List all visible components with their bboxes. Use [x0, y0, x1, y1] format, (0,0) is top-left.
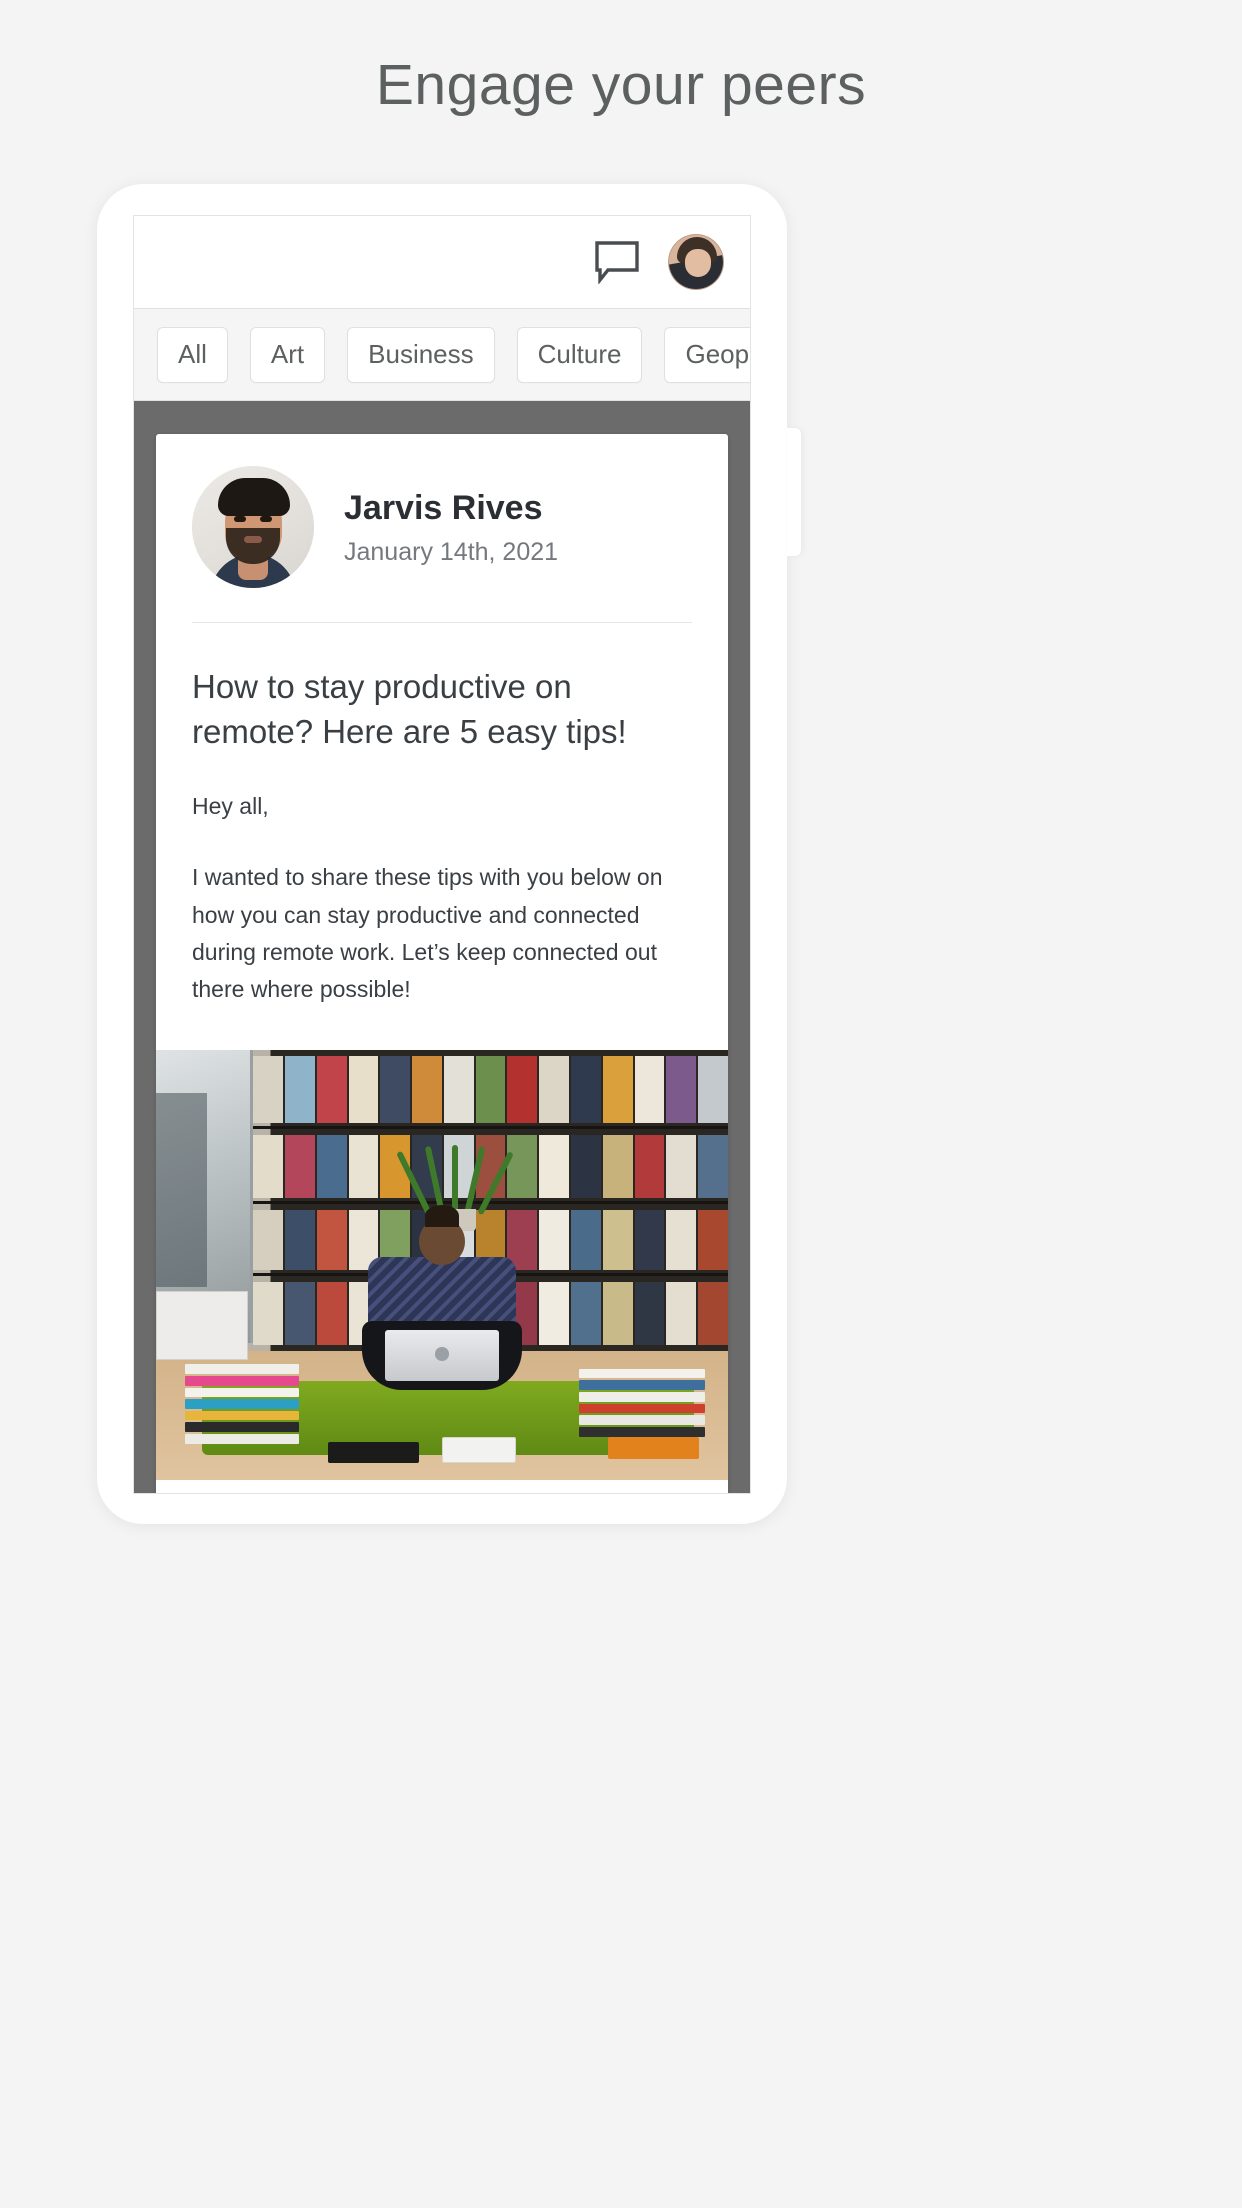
post-title: How to stay productive on remote? Here a… — [192, 668, 627, 750]
post-image-window-pane — [156, 1093, 208, 1287]
category-chip-geopolitics[interactable]: Geopolitics — [664, 326, 750, 383]
author-avatar-hair — [218, 478, 290, 516]
category-chip-art[interactable]: Art — [249, 326, 326, 383]
post-image-plant — [396, 1144, 515, 1216]
post-image-laptop — [384, 1329, 500, 1382]
post-image-flat-book-2 — [442, 1437, 517, 1464]
post-card[interactable]: Jarvis Rives January 14th, 2021 How to s… — [156, 434, 728, 1493]
post-image-cabinet — [156, 1291, 248, 1360]
author-avatar-eye-left — [234, 516, 246, 522]
category-chip-all[interactable]: All — [157, 326, 228, 383]
author-avatar-eye-right — [260, 516, 272, 522]
post-image[interactable] — [156, 1050, 728, 1481]
avatar[interactable] — [668, 234, 724, 290]
app-header — [134, 216, 750, 309]
author-avatar-mouth — [244, 536, 262, 543]
phone-side-button[interactable] — [787, 428, 801, 556]
post-image-book-row — [253, 1056, 728, 1123]
post-feed[interactable]: Jarvis Rives January 14th, 2021 How to s… — [134, 401, 750, 1493]
post-image-person-hair — [424, 1205, 460, 1227]
avatar-face — [685, 249, 711, 277]
page-title: Engage your peers — [375, 53, 867, 117]
post-date: January 14th, 2021 — [344, 537, 559, 566]
author-meta: Jarvis Rives January 14th, 2021 — [344, 487, 558, 567]
chat-bubble-icon[interactable] — [594, 240, 640, 284]
post-author-row[interactable]: Jarvis Rives January 14th, 2021 — [192, 466, 692, 622]
author-name: Jarvis Rives — [344, 489, 543, 528]
category-chip-culture[interactable]: Culture — [516, 326, 643, 383]
post-image-flat-book-1 — [327, 1441, 420, 1464]
post-greeting: Hey all, — [192, 793, 269, 820]
post-image-book-stack-right — [579, 1368, 706, 1437]
category-filter-row[interactable]: All Art Business Culture Geopolitics Hea… — [134, 309, 750, 401]
post-body: I wanted to share these tips with you be… — [192, 864, 663, 1003]
phone-screen: All Art Business Culture Geopolitics Hea… — [133, 215, 751, 1494]
post-image-book-stack-left — [184, 1364, 299, 1444]
category-chip-business[interactable]: Business — [347, 326, 495, 383]
author-avatar[interactable] — [192, 466, 314, 588]
post-image-flat-book-3 — [607, 1437, 700, 1459]
